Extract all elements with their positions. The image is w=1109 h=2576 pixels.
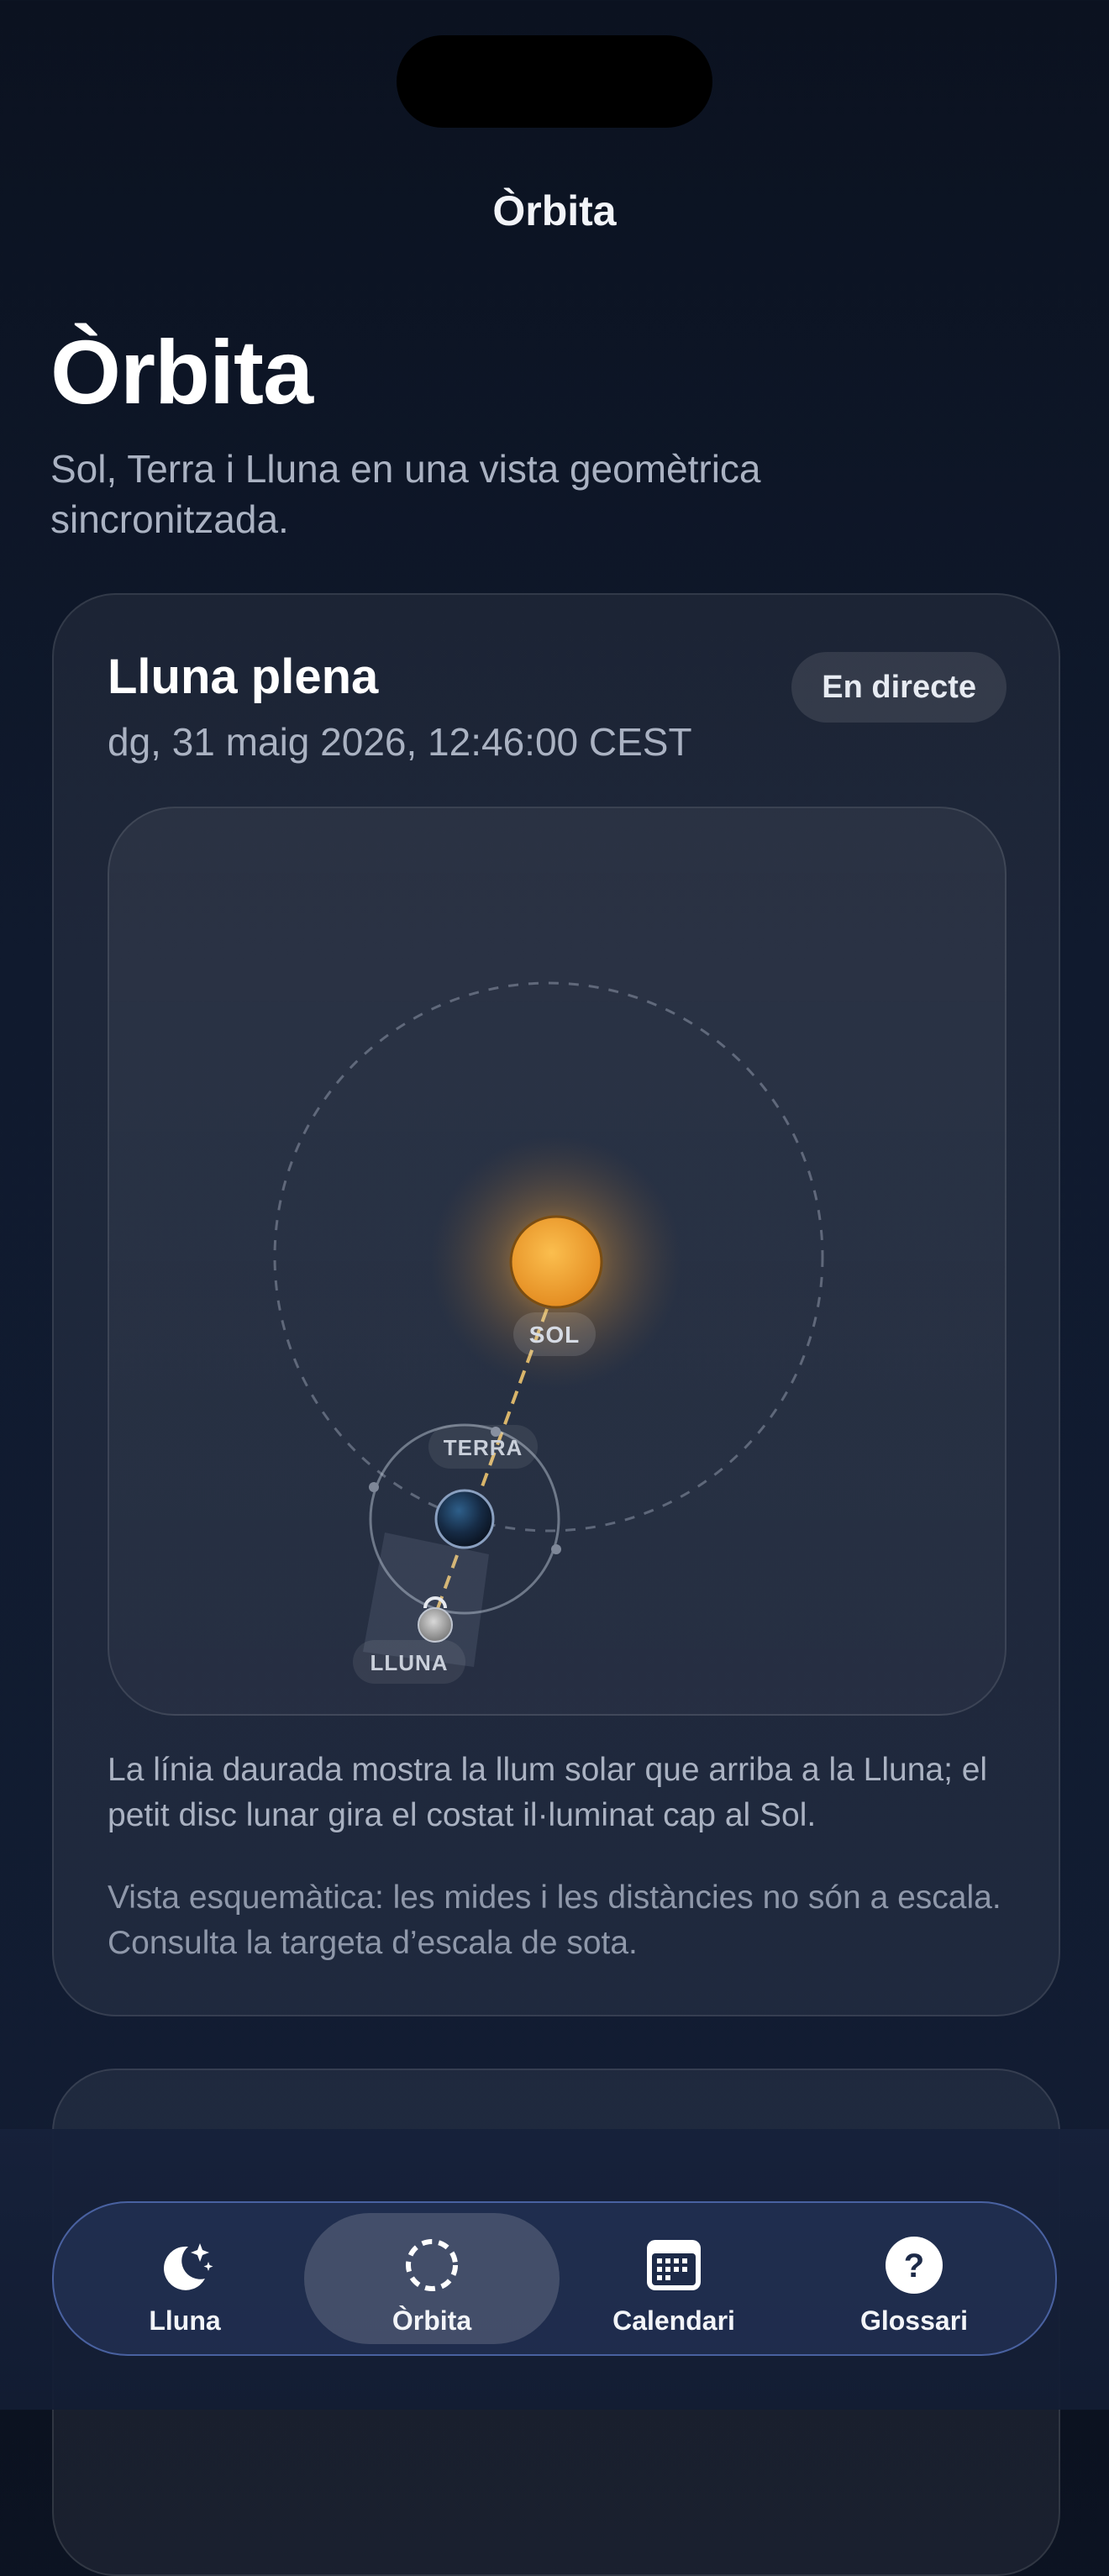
- live-button[interactable]: En directe: [791, 652, 1007, 723]
- diagram-description: La línia daurada mostra la llum solar qu…: [108, 1752, 988, 1833]
- tab-label: Òrbita: [392, 2305, 472, 2336]
- moon-label: LLUNA: [370, 1650, 448, 1675]
- tab-calendari[interactable]: Calendari: [546, 2213, 802, 2344]
- nav-title: Òrbita: [492, 187, 617, 234]
- tab-bar: Lluna Òrbita Calendari ? Glossari: [52, 2201, 1057, 2356]
- tab-label: Calendari: [612, 2305, 735, 2336]
- orbit-diagram[interactable]: SOL TERRA LLUNA: [108, 807, 1007, 1716]
- tab-glossari[interactable]: ? Glossari: [786, 2213, 1042, 2344]
- datetime-label: dg, 31 maig 2026, 12:46:00 CEST: [108, 720, 692, 764]
- page-subtitle: Sol, Terra i Lluna en una vista geomètri…: [50, 447, 761, 541]
- calendar-icon: [647, 2240, 701, 2290]
- svg-text:?: ?: [904, 2247, 924, 2284]
- sun-icon[interactable]: [509, 1215, 603, 1309]
- orbit-icon: [406, 2239, 458, 2291]
- moon-icon[interactable]: [418, 1607, 453, 1643]
- orbit-marker: [551, 1544, 561, 1554]
- earth-icon[interactable]: [434, 1489, 495, 1549]
- dynamic-island: [397, 35, 712, 128]
- tab-orbita[interactable]: Òrbita: [304, 2213, 560, 2344]
- tab-label: Glossari: [859, 2305, 969, 2336]
- earth-label: TERRA: [444, 1435, 523, 1460]
- page-title: Òrbita: [50, 321, 313, 423]
- tab-lluna[interactable]: Lluna: [57, 2213, 313, 2344]
- tab-label: Lluna: [149, 2305, 221, 2336]
- moon-phase-title: Lluna plena: [108, 649, 379, 704]
- sun-label: SOL: [529, 1322, 581, 1348]
- moon-stars-icon: [164, 2243, 213, 2290]
- orbit-card: Lluna plena dg, 31 maig 2026, 12:46:00 C…: [52, 593, 1060, 2016]
- question-icon: ?: [886, 2237, 943, 2294]
- scale-note: Vista esquemàtica: les mides i les distà…: [108, 1879, 1001, 1961]
- orbit-marker: [369, 1482, 379, 1492]
